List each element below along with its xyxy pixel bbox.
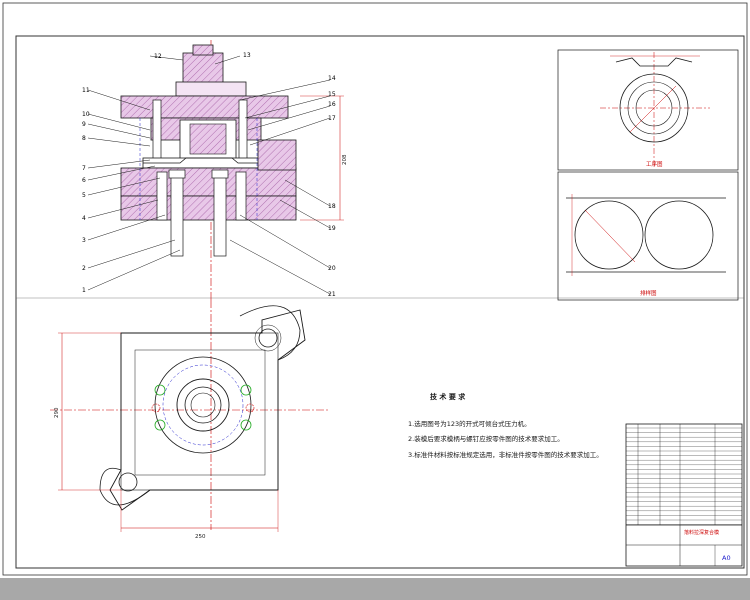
dim-depth: 290	[54, 407, 60, 418]
tech-req-item-3: 3.标准件材料按标准规定选用，非标准件按零件图的技术要求加工。	[408, 451, 603, 459]
lower-die-plate	[120, 167, 297, 197]
dim-width: 250	[195, 534, 206, 540]
outer-border	[2, 2, 748, 576]
balloon-16: 16	[328, 101, 336, 108]
strip-layout-view: 排样图	[557, 171, 739, 301]
balloon-21: 21	[328, 291, 336, 298]
balloon-9: 9	[82, 121, 86, 128]
balloon-12: 12	[154, 53, 162, 60]
balloon-4: 4	[82, 215, 86, 222]
layout-label: 排样图	[640, 289, 657, 297]
drawing-sheet: 208 12 13 11 10 9 8 7 6 5 4 3 2 1 14 15	[0, 0, 750, 578]
balloon-20: 20	[328, 265, 336, 272]
tech-req-item-2: 2.装模后要求模柄与螺钉应按零件图的技术要求加工。	[408, 435, 564, 443]
workpiece-label: 工序图	[646, 160, 663, 168]
balloon-15: 15	[328, 91, 336, 98]
balloon-2: 2	[82, 265, 86, 272]
balloon-10: 10	[82, 111, 90, 118]
balloon-1: 1	[82, 287, 86, 294]
upper-die-plate	[120, 95, 289, 119]
balloon-19: 19	[328, 225, 336, 232]
balloon-17: 17	[328, 115, 336, 122]
balloon-7: 7	[82, 165, 86, 172]
title-project: 落料拉深复合模	[684, 529, 719, 536]
balloon-14: 14	[328, 75, 336, 82]
plan-view: 290 250	[50, 300, 330, 540]
balloon-8: 8	[82, 135, 86, 142]
balloon-5: 5	[82, 192, 86, 199]
balloon-3: 3	[82, 237, 86, 244]
die-shank	[182, 52, 224, 84]
balloon-11: 11	[82, 87, 90, 94]
tech-req-item-1: 1.选用图号为123的开式可倾台式压力机。	[408, 420, 531, 428]
balloon-13: 13	[243, 52, 251, 59]
balloon-18: 18	[328, 203, 336, 210]
title-block	[625, 423, 743, 567]
cad-drawing: 208 12 13 11 10 9 8 7 6 5 4 3 2 1 14 15	[2, 2, 748, 576]
dim-height: 208	[342, 154, 348, 165]
tech-req-title: 技 术 要 求	[430, 393, 466, 401]
title-sheet-size: A0	[722, 554, 731, 562]
workpiece-view: 工序图	[557, 49, 739, 171]
status-bar	[0, 578, 750, 600]
balloon-6: 6	[82, 177, 86, 184]
